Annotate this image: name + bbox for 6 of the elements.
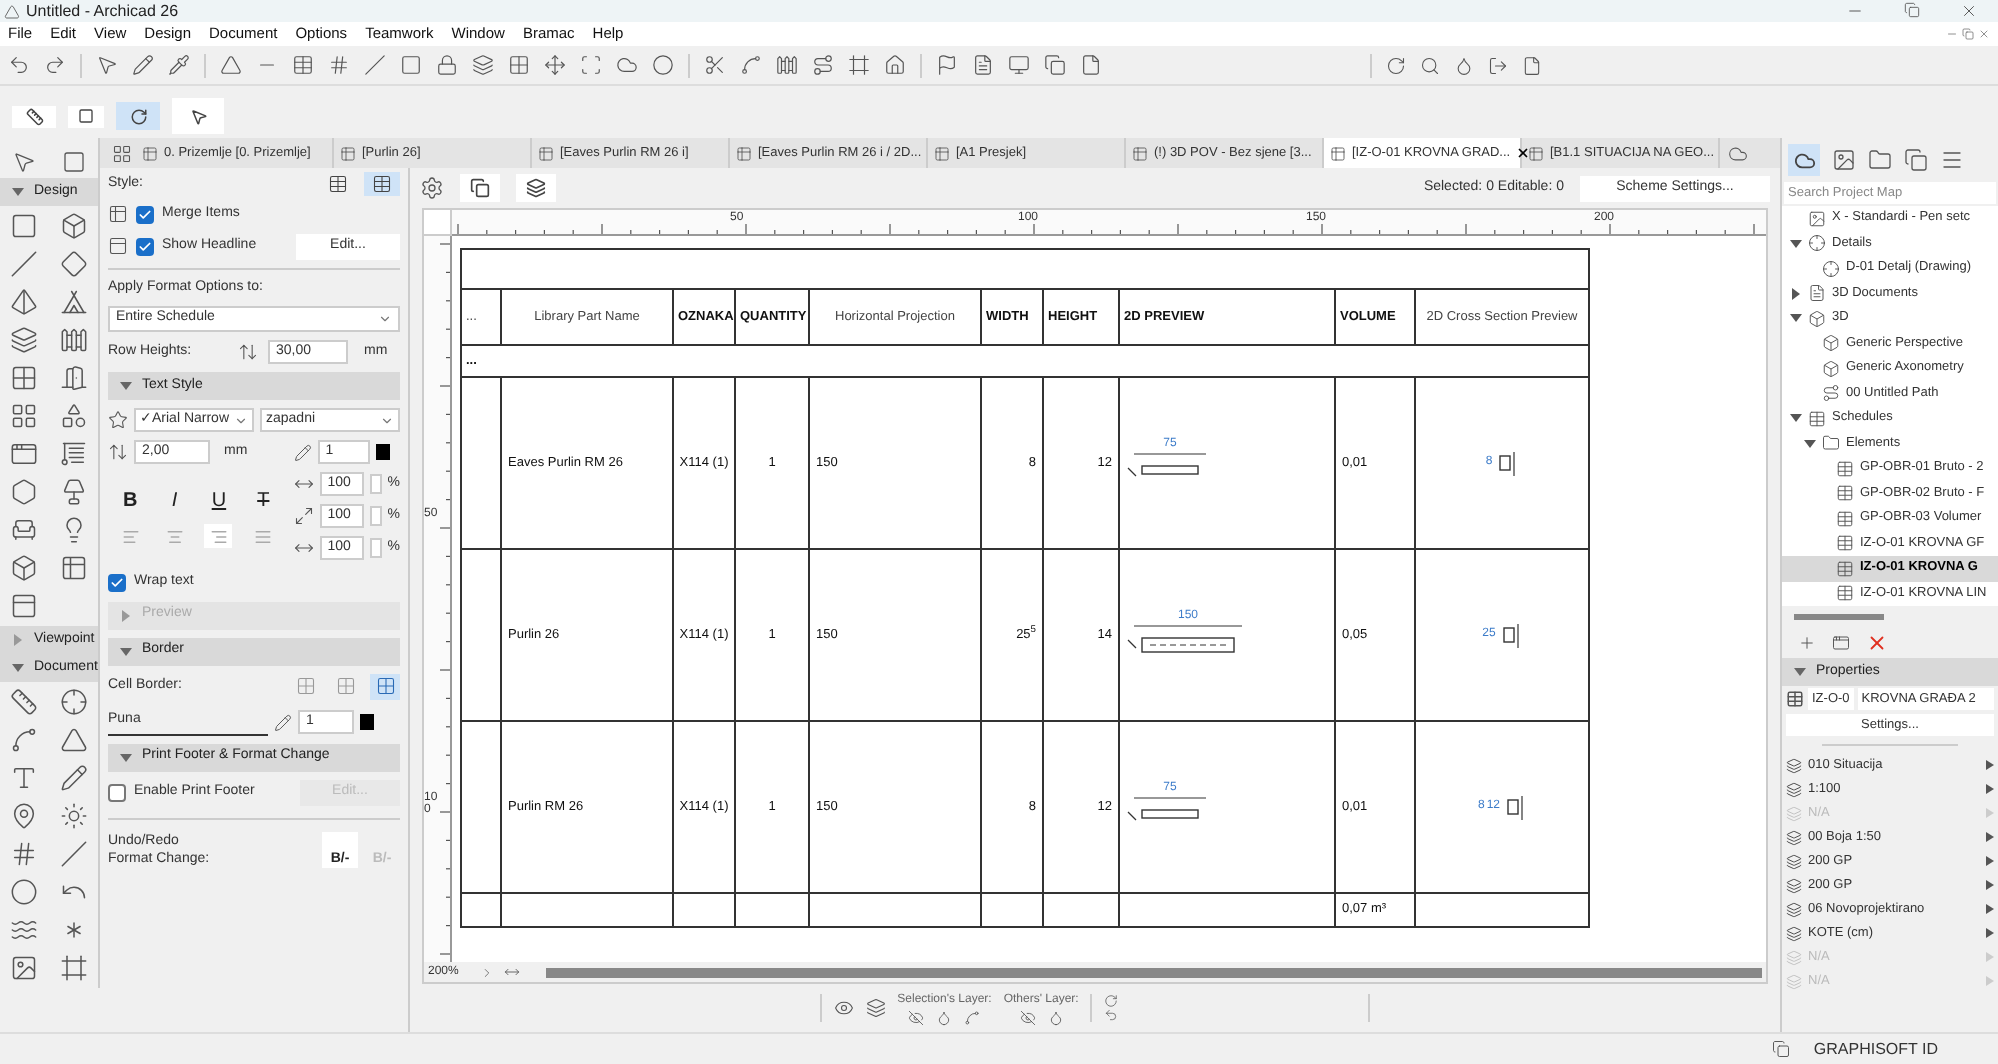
text-style-button[interactable]: U — [204, 486, 233, 514]
window-title: Untitled - Archicad 26 — [26, 3, 179, 19]
text-style-button[interactable]: T — [249, 486, 278, 514]
brand-label[interactable]: GRAPHISOFT ID — [1813, 1037, 1938, 1061]
text-style-button[interactable]: B — [116, 486, 145, 514]
text-style-button[interactable]: I — [160, 486, 189, 514]
